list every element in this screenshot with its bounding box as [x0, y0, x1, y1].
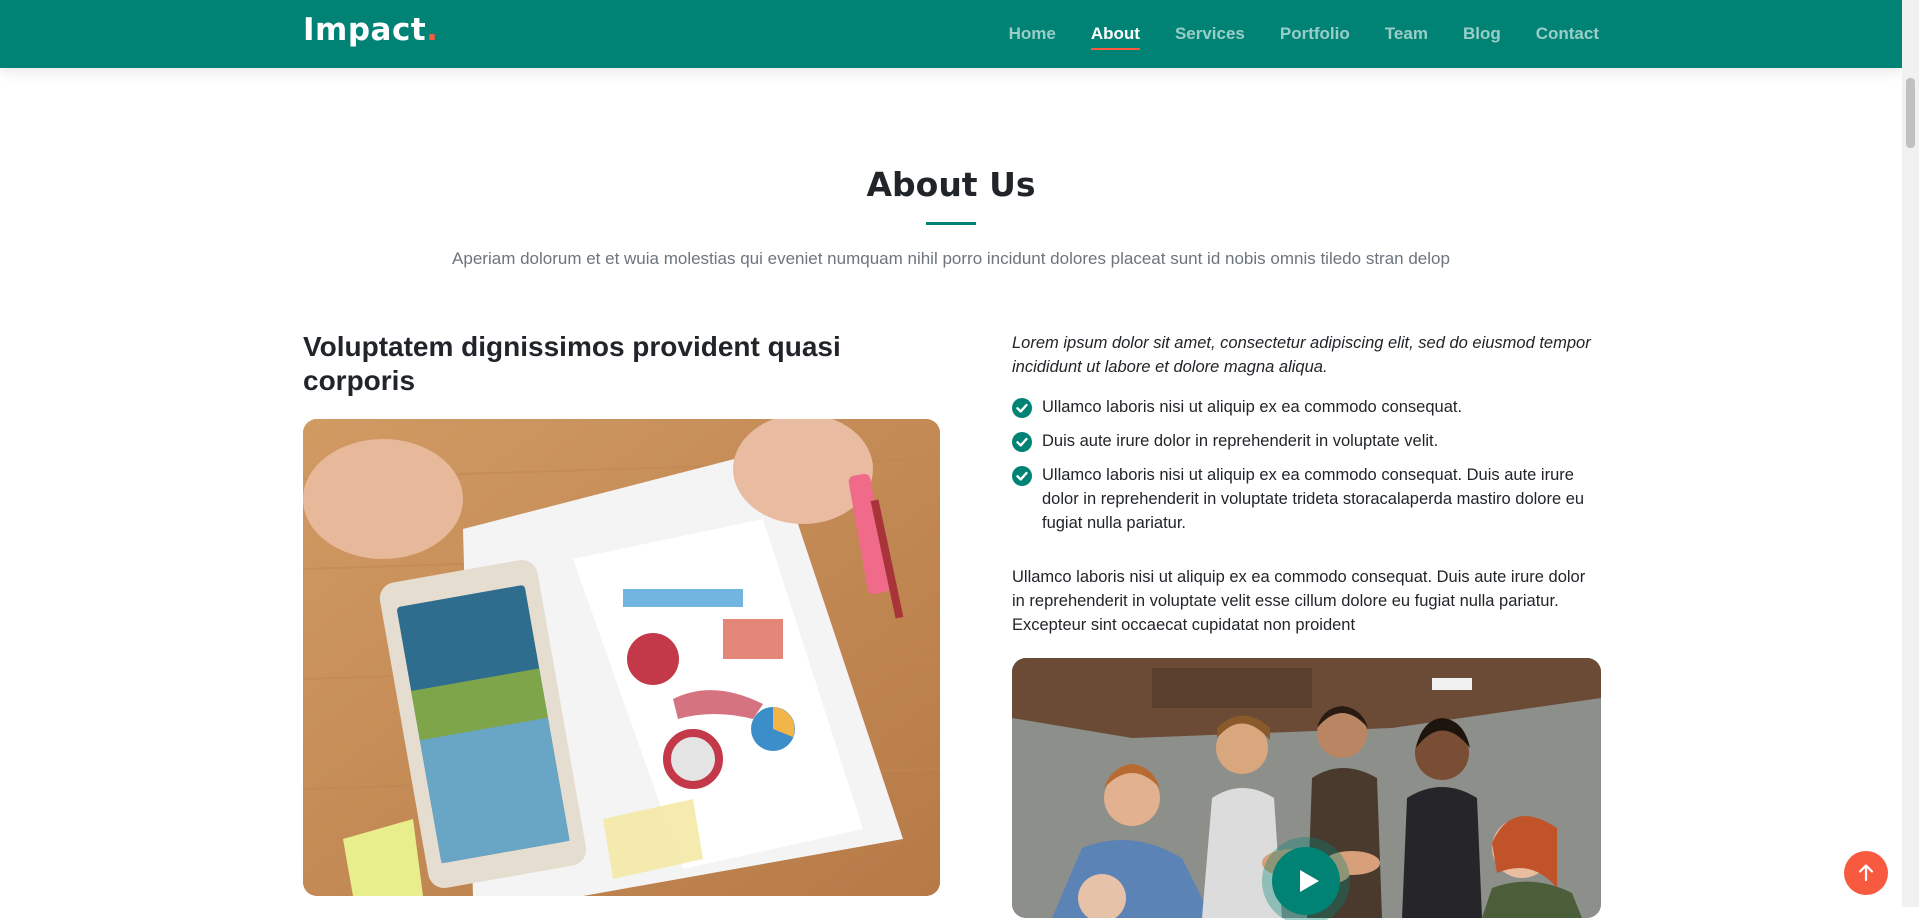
- checklist-item: Duis aute irure dolor in reprehenderit i…: [1012, 429, 1602, 453]
- about-image: [303, 419, 940, 896]
- about-content: Lorem ipsum dolor sit amet, consectetur …: [1012, 331, 1602, 637]
- nav-home[interactable]: Home: [1009, 16, 1056, 52]
- page-title: About Us: [866, 165, 1036, 204]
- logo[interactable]: Impact.: [303, 12, 438, 48]
- arrow-up-icon: [1858, 864, 1874, 882]
- intro-text: Lorem ipsum dolor sit amet, consectetur …: [1012, 334, 1591, 376]
- play-icon: [1300, 870, 1319, 892]
- back-to-top-button[interactable]: [1844, 851, 1888, 895]
- scrollbar-thumb[interactable]: [1906, 78, 1915, 148]
- nav-blog[interactable]: Blog: [1463, 16, 1501, 52]
- nav-team[interactable]: Team: [1385, 16, 1428, 52]
- check-circle-icon: [1012, 398, 1032, 418]
- checklist: Ullamco laboris nisi ut aliquip ex ea co…: [1012, 395, 1602, 535]
- nav-portfolio[interactable]: Portfolio: [1280, 16, 1350, 52]
- desk-photo-illustration: [303, 419, 940, 896]
- title-underline: [926, 222, 976, 225]
- checklist-item: Ullamco laboris nisi ut aliquip ex ea co…: [1012, 463, 1602, 535]
- checklist-item: Ullamco laboris nisi ut aliquip ex ea co…: [1012, 395, 1602, 419]
- nav-about[interactable]: About: [1090, 16, 1141, 52]
- check-circle-icon: [1012, 432, 1032, 452]
- about-paragraph: Ullamco laboris nisi ut aliquip ex ea co…: [1012, 568, 1586, 634]
- nav-contact[interactable]: Contact: [1536, 16, 1599, 52]
- left-heading: Voluptatem dignissimos provident quasi c…: [303, 331, 841, 396]
- logo-dot: .: [426, 12, 439, 48]
- checklist-text: Duis aute irure dolor in reprehenderit i…: [1042, 432, 1439, 450]
- section-subtitle: Aperiam dolorum et et wuia molestias qui…: [452, 249, 1450, 268]
- logo-text: Impact: [303, 12, 427, 48]
- check-circle-icon: [1012, 466, 1032, 486]
- play-video-button[interactable]: [1272, 847, 1340, 915]
- page-scrollbar[interactable]: [1902, 0, 1919, 907]
- checklist-text: Ullamco laboris nisi ut aliquip ex ea co…: [1042, 398, 1463, 416]
- nav-services[interactable]: Services: [1175, 16, 1245, 52]
- section-title: About Us: [0, 165, 1902, 225]
- site-header: Impact. Home About Services Portfolio Te…: [0, 0, 1902, 68]
- checklist-text: Ullamco laboris nisi ut aliquip ex ea co…: [1042, 466, 1585, 532]
- main-nav: Home About Services Portfolio Team Blog …: [974, 0, 1599, 68]
